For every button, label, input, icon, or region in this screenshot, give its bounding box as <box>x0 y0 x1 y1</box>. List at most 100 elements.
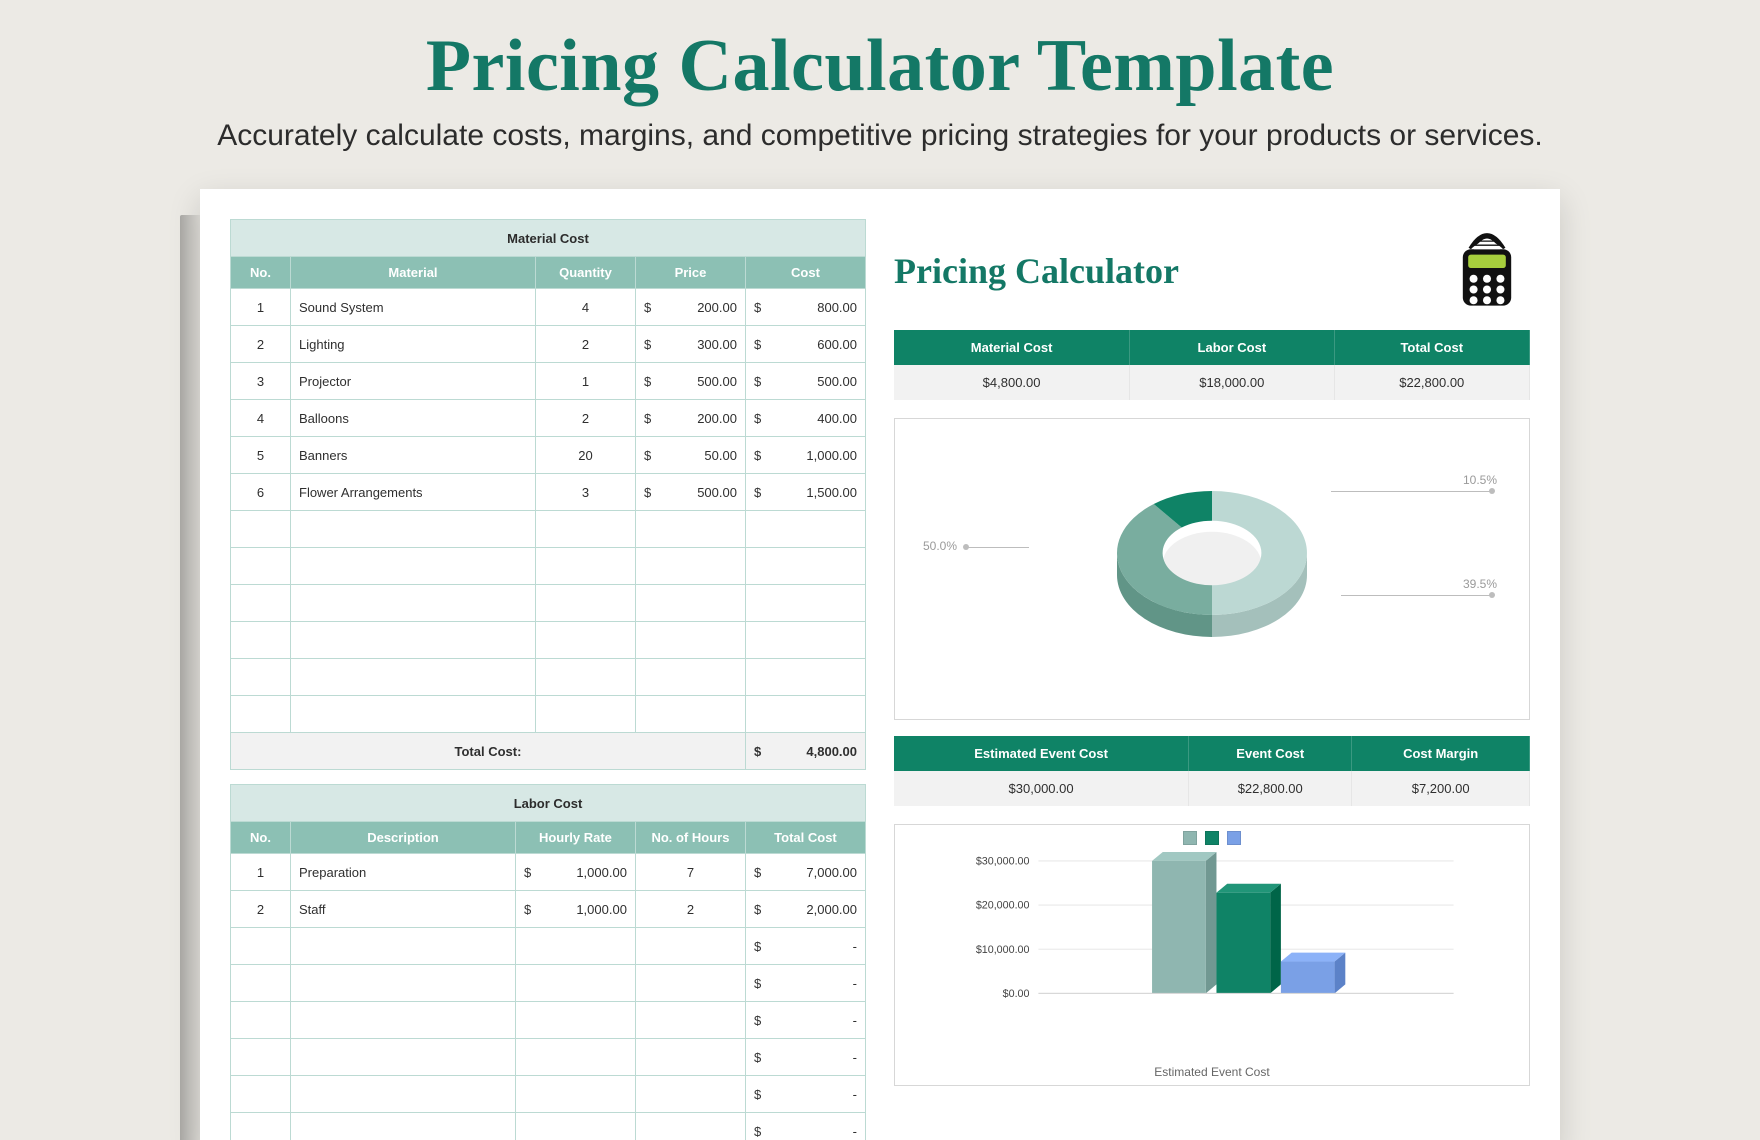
cell-price: $500.00 <box>635 474 745 511</box>
cell-hours: 7 <box>635 854 745 891</box>
col-desc: Description <box>291 822 516 854</box>
table-row: 6Flower Arrangements3$500.00$1,500.00 <box>231 474 866 511</box>
cell-no: 2 <box>231 326 291 363</box>
cell-total: $- <box>745 1002 865 1039</box>
cell-no: 6 <box>231 474 291 511</box>
table-row: $- <box>231 928 866 965</box>
cell-qty: 2 <box>535 400 635 437</box>
kpi-cost-summary: Material Cost Labor Cost Total Cost $4,8… <box>894 330 1530 400</box>
table-row: $- <box>231 1002 866 1039</box>
kpi2-h-c: Cost Margin <box>1352 736 1530 771</box>
table-row: 2Staff$1,000.002$2,000.00 <box>231 891 866 928</box>
cell-cost: $800.00 <box>745 289 865 326</box>
material-total-label: Total Cost: <box>231 733 746 770</box>
cell-material: Projector <box>291 363 536 400</box>
donut-label-left: 50.0% <box>923 539 957 553</box>
svg-text:$20,000.00: $20,000.00 <box>976 900 1030 912</box>
cell-cost: $600.00 <box>745 326 865 363</box>
cell-price: $500.00 <box>635 363 745 400</box>
col-material: Material <box>291 257 536 289</box>
left-column: Material Cost No. Material Quantity Pric… <box>230 219 866 1140</box>
right-column: Pricing Calculator <box>894 219 1530 1140</box>
donut-label-tr: 10.5% <box>1463 473 1497 487</box>
bar-legend <box>895 831 1529 850</box>
cell-rate: $1,000.00 <box>515 854 635 891</box>
hero: Pricing Calculator Template Accurately c… <box>0 0 1760 163</box>
cell-price: $200.00 <box>635 289 745 326</box>
cell-qty: 2 <box>535 326 635 363</box>
cell-no: 1 <box>231 854 291 891</box>
cell-no: 1 <box>231 289 291 326</box>
cell-cost: $1,500.00 <box>745 474 865 511</box>
table-row <box>231 511 866 548</box>
cell-total: $- <box>745 928 865 965</box>
kpi2-v-c: $7,200.00 <box>1352 771 1530 806</box>
col-cost: Cost <box>745 257 865 289</box>
cell-material: Sound System <box>291 289 536 326</box>
cell-total: $- <box>745 1039 865 1076</box>
cell-cost: $500.00 <box>745 363 865 400</box>
material-total-value: $4,800.00 <box>745 733 865 770</box>
table-row: $- <box>231 1076 866 1113</box>
donut-label-br: 39.5% <box>1463 577 1497 591</box>
table-row: 3Projector1$500.00$500.00 <box>231 363 866 400</box>
labor-title: Labor Cost <box>231 785 866 822</box>
svg-text:$10,000.00: $10,000.00 <box>976 944 1030 956</box>
kpi2-h-a: Estimated Event Cost <box>894 736 1189 771</box>
kpi1-v-a: $4,800.00 <box>894 365 1130 400</box>
cell-qty: 3 <box>535 474 635 511</box>
cell-cost: $1,000.00 <box>745 437 865 474</box>
cell-qty: 1 <box>535 363 635 400</box>
col-no: No. <box>231 822 291 854</box>
cell-hours: 2 <box>635 891 745 928</box>
table-row: 2Lighting2$300.00$600.00 <box>231 326 866 363</box>
cell-material: Banners <box>291 437 536 474</box>
donut-chart: 50.0% 10.5% 39.5% <box>894 418 1530 720</box>
table-row: 1Sound System4$200.00$800.00 <box>231 289 866 326</box>
col-no: No. <box>231 257 291 289</box>
bar-chart: $0.00 $10,000.00 $20,000.00 $30,000.00 Esti… <box>894 824 1530 1086</box>
cell-no: 5 <box>231 437 291 474</box>
cell-material: Lighting <box>291 326 536 363</box>
cell-total: $- <box>745 965 865 1002</box>
table-row: $- <box>231 1039 866 1076</box>
cell-desc: Staff <box>291 891 516 928</box>
cell-qty: 20 <box>535 437 635 474</box>
svg-text:$30,000.00: $30,000.00 <box>976 855 1030 867</box>
bar-axis-caption: Estimated Event Cost <box>895 1065 1529 1079</box>
table-row: $- <box>231 965 866 1002</box>
sheet: Material Cost No. Material Quantity Pric… <box>200 189 1560 1140</box>
cell-no: 4 <box>231 400 291 437</box>
kpi1-h-c: Total Cost <box>1334 330 1529 365</box>
col-qty: Quantity <box>535 257 635 289</box>
cell-price: $300.00 <box>635 326 745 363</box>
page-subtitle: Accurately calculate costs, margins, and… <box>40 119 1720 153</box>
cell-no: 3 <box>231 363 291 400</box>
cell-qty: 4 <box>535 289 635 326</box>
table-row <box>231 585 866 622</box>
material-title: Material Cost <box>231 220 866 257</box>
cell-desc: Preparation <box>291 854 516 891</box>
material-cost-table: Material Cost No. Material Quantity Pric… <box>230 219 866 770</box>
kpi2-v-a: $30,000.00 <box>894 771 1189 806</box>
table-row <box>231 659 866 696</box>
table-row: $- <box>231 1113 866 1140</box>
col-total: Total Cost <box>745 822 865 854</box>
kpi1-v-c: $22,800.00 <box>1334 365 1529 400</box>
cell-rate: $1,000.00 <box>515 891 635 928</box>
kpi2-h-b: Event Cost <box>1189 736 1352 771</box>
cell-no: 2 <box>231 891 291 928</box>
cell-total: $- <box>745 1076 865 1113</box>
table-row <box>231 548 866 585</box>
cell-cost: $400.00 <box>745 400 865 437</box>
cell-price: $50.00 <box>635 437 745 474</box>
svg-text:$0.00: $0.00 <box>1003 988 1030 1000</box>
kpi1-v-b: $18,000.00 <box>1130 365 1334 400</box>
cell-material: Flower Arrangements <box>291 474 536 511</box>
col-price: Price <box>635 257 745 289</box>
cell-total: $- <box>745 1113 865 1140</box>
cell-total: $2,000.00 <box>745 891 865 928</box>
brand-title: Pricing Calculator <box>894 250 1179 292</box>
kpi-event-summary: Estimated Event Cost Event Cost Cost Mar… <box>894 736 1530 806</box>
cell-total: $7,000.00 <box>745 854 865 891</box>
